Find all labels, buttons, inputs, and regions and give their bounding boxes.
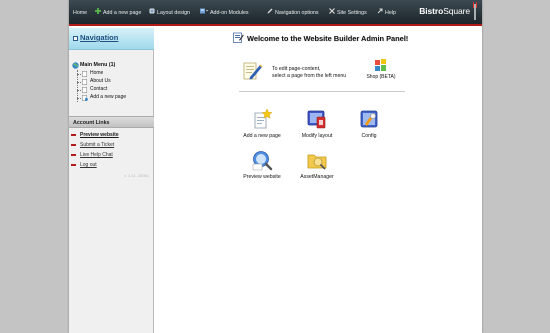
globe-icon (72, 62, 79, 69)
menu-tree: Main Menu (1) Home About Us Contact Add … (72, 62, 152, 102)
main-panel: Welcome to the Website Builder Admin Pan… (155, 28, 482, 333)
tree-item-home[interactable]: Home (72, 70, 152, 78)
link-log-out[interactable]: Log out (71, 161, 153, 171)
navigation-header[interactable]: Navigation (69, 28, 154, 50)
bullet-icon (71, 154, 76, 156)
modules-icon (200, 8, 208, 18)
pencil-icon (267, 8, 273, 18)
bistrosquare-logo: BistroSquare (419, 6, 470, 16)
tools-icon (329, 8, 335, 18)
add-page-icon (254, 108, 273, 129)
link-preview-website[interactable]: Preview website (71, 131, 153, 141)
bullet-icon (71, 144, 76, 146)
version-text: v. 1.11. 20051 (124, 173, 149, 178)
tree-item-contact[interactable]: Contact (72, 86, 152, 94)
tree-root-main-menu[interactable]: Main Menu (1) (72, 62, 152, 70)
plus-icon (95, 8, 101, 18)
bullet-icon (71, 134, 76, 136)
top-nav-bar: Home Add a new page Layout design Add-on… (69, 0, 482, 26)
shop-beta-button[interactable]: Shop (BETA) (361, 58, 401, 86)
nav-site-settings[interactable]: Site Settings (329, 8, 367, 18)
admin-window: Home Add a new page Layout design Add-on… (69, 0, 482, 333)
nav-home[interactable]: Home (73, 8, 87, 18)
preview-icon (252, 151, 273, 171)
nav-layout-design[interactable]: Layout design (149, 8, 190, 18)
tree-item-about-us[interactable]: About Us (72, 78, 152, 86)
page-icon (82, 79, 87, 85)
tree-item-add-page[interactable]: Add a new page (72, 94, 152, 102)
tile-add-new-page[interactable]: Add a new page (236, 108, 288, 144)
left-sidebar: Navigation Main Menu (1) Home About Us C… (69, 28, 154, 333)
collapse-box-icon (73, 36, 78, 41)
tile-asset-manager[interactable]: AssetManager (291, 149, 343, 185)
nav-add-page[interactable]: Add a new page (95, 8, 141, 18)
help-arrow-icon (377, 8, 383, 18)
account-links-header: Account Links (69, 116, 154, 128)
nav-addon-modules[interactable]: Add-on Modules (200, 8, 249, 18)
tile-config[interactable]: Config (343, 108, 395, 144)
shop-blocks-icon (375, 59, 386, 71)
page-icon (82, 71, 87, 77)
edit-page-icon (233, 32, 244, 43)
link-live-help-chat[interactable]: Live Help Chat (71, 151, 153, 161)
add-page-small-icon (82, 95, 88, 101)
nav-help[interactable]: Help (377, 8, 396, 18)
config-icon (360, 110, 378, 128)
link-submit-ticket[interactable]: Submit a Ticket (71, 141, 153, 151)
brush-icon (149, 8, 155, 18)
section-divider (239, 91, 405, 92)
bullet-icon (71, 164, 76, 166)
nav-navigation-options[interactable]: Navigation options (267, 8, 319, 18)
page-pencil-icon (243, 62, 263, 80)
logo-fork-icon (473, 2, 477, 20)
account-links-list: Preview website Submit a Ticket Live Hel… (71, 131, 153, 171)
modify-layout-icon (307, 110, 326, 129)
asset-manager-icon (307, 154, 327, 170)
tile-preview-website[interactable]: Preview website (236, 149, 288, 185)
tile-modify-layout[interactable]: Modify layout (291, 108, 343, 144)
page-icon (82, 87, 87, 93)
